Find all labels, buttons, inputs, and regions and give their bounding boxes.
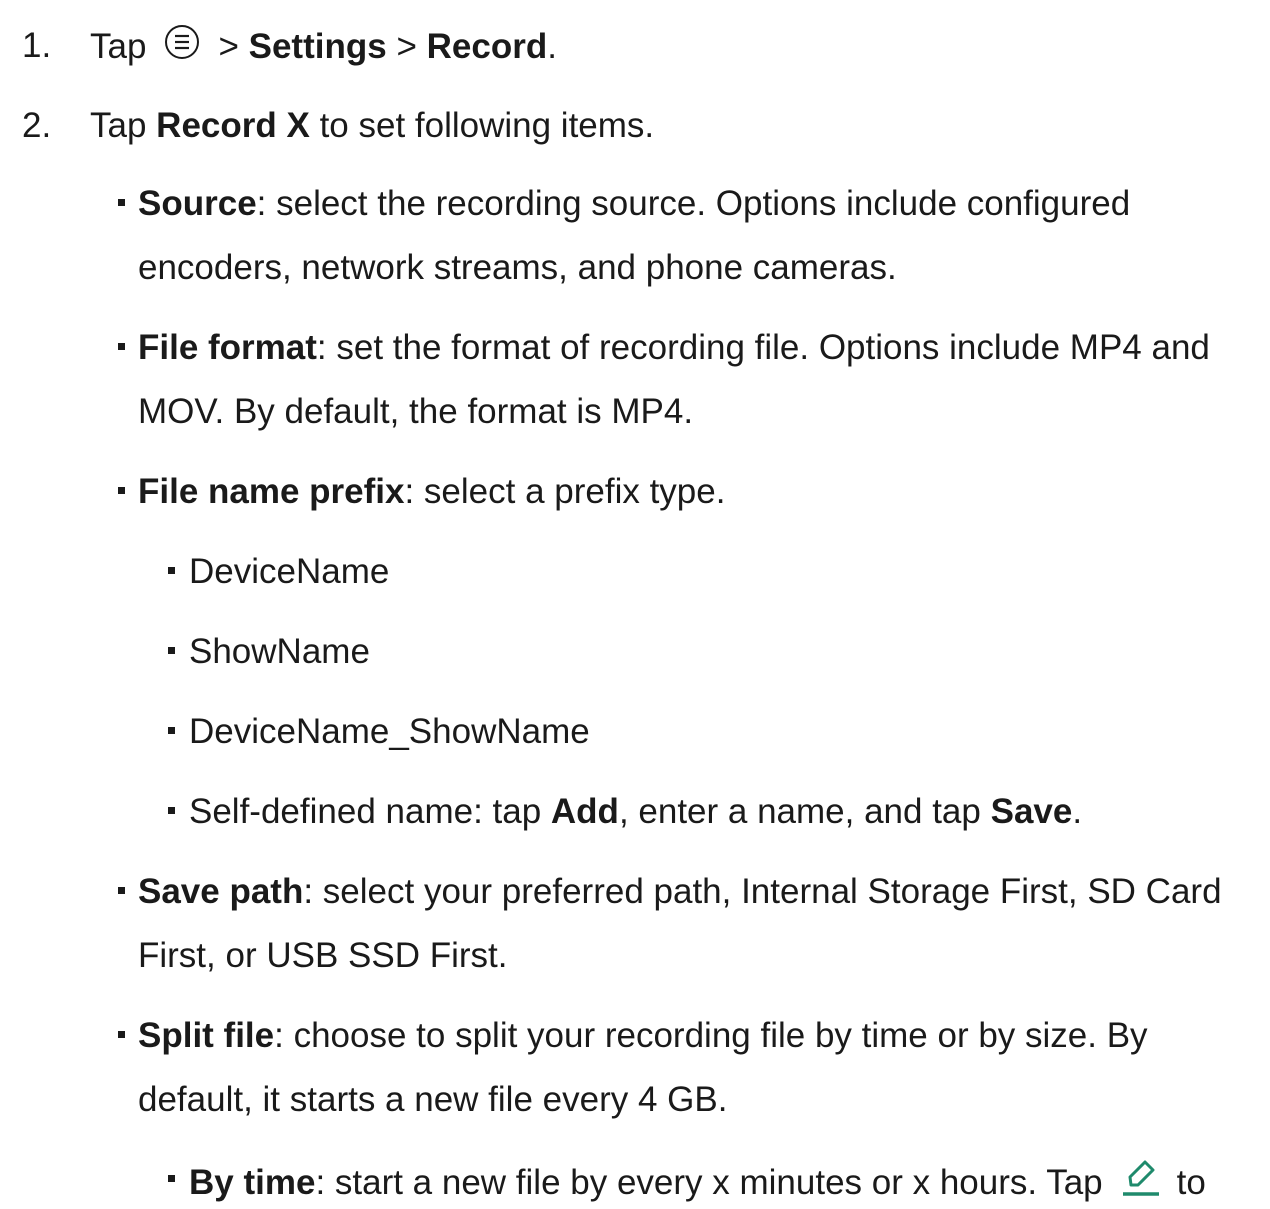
source-item: Source: select the recording source. Opt… [138,184,1131,223]
file-format-item-cont: MOV. By default, the format is MP4. [138,392,694,431]
file-format-item: File format: set the format of recording… [138,328,1210,367]
bullet-marker [168,567,175,574]
bullet-marker [168,727,175,734]
split-file-item: Split file: choose to split your recordi… [138,1016,1148,1055]
settings-term: Settings [248,27,387,66]
save-path-item-cont: First, or USB SSD First. [138,936,508,975]
bullet-marker [118,1031,125,1038]
prefix-option: ShowName [189,632,370,671]
bullet-marker [118,487,125,494]
save-path-item: Save path: select your preferred path, I… [138,872,1222,911]
by-time-item: By time: start a new file by every x min… [189,1158,1206,1205]
prefix-option-self-defined: Self-defined name: tap Add, enter a name… [189,792,1083,831]
step-number: 1. [22,26,52,65]
record-x-term: Record X [156,106,310,145]
step-number: 2. [22,106,52,145]
bullet-marker [168,647,175,654]
bullet-marker [118,343,125,350]
edit-pencil-icon [1119,1158,1163,1198]
bullet-marker [118,887,125,894]
source-item-cont: encoders, network streams, and phone cam… [138,248,897,287]
menu-circle-icon [164,24,200,60]
step-text: Tap Record X to set following items. [90,106,655,145]
bullet-marker [168,807,175,814]
file-name-prefix-item: File name prefix: select a prefix type. [138,472,726,511]
step-text: Tap > Settings > Record. [90,24,557,69]
prefix-option: DeviceName_ShowName [189,712,590,751]
split-file-item-cont: default, it starts a new file every 4 GB… [138,1080,728,1119]
record-term: Record [426,27,548,66]
prefix-option: DeviceName [189,552,390,591]
bullet-marker [118,199,125,206]
bullet-marker [168,1175,175,1182]
